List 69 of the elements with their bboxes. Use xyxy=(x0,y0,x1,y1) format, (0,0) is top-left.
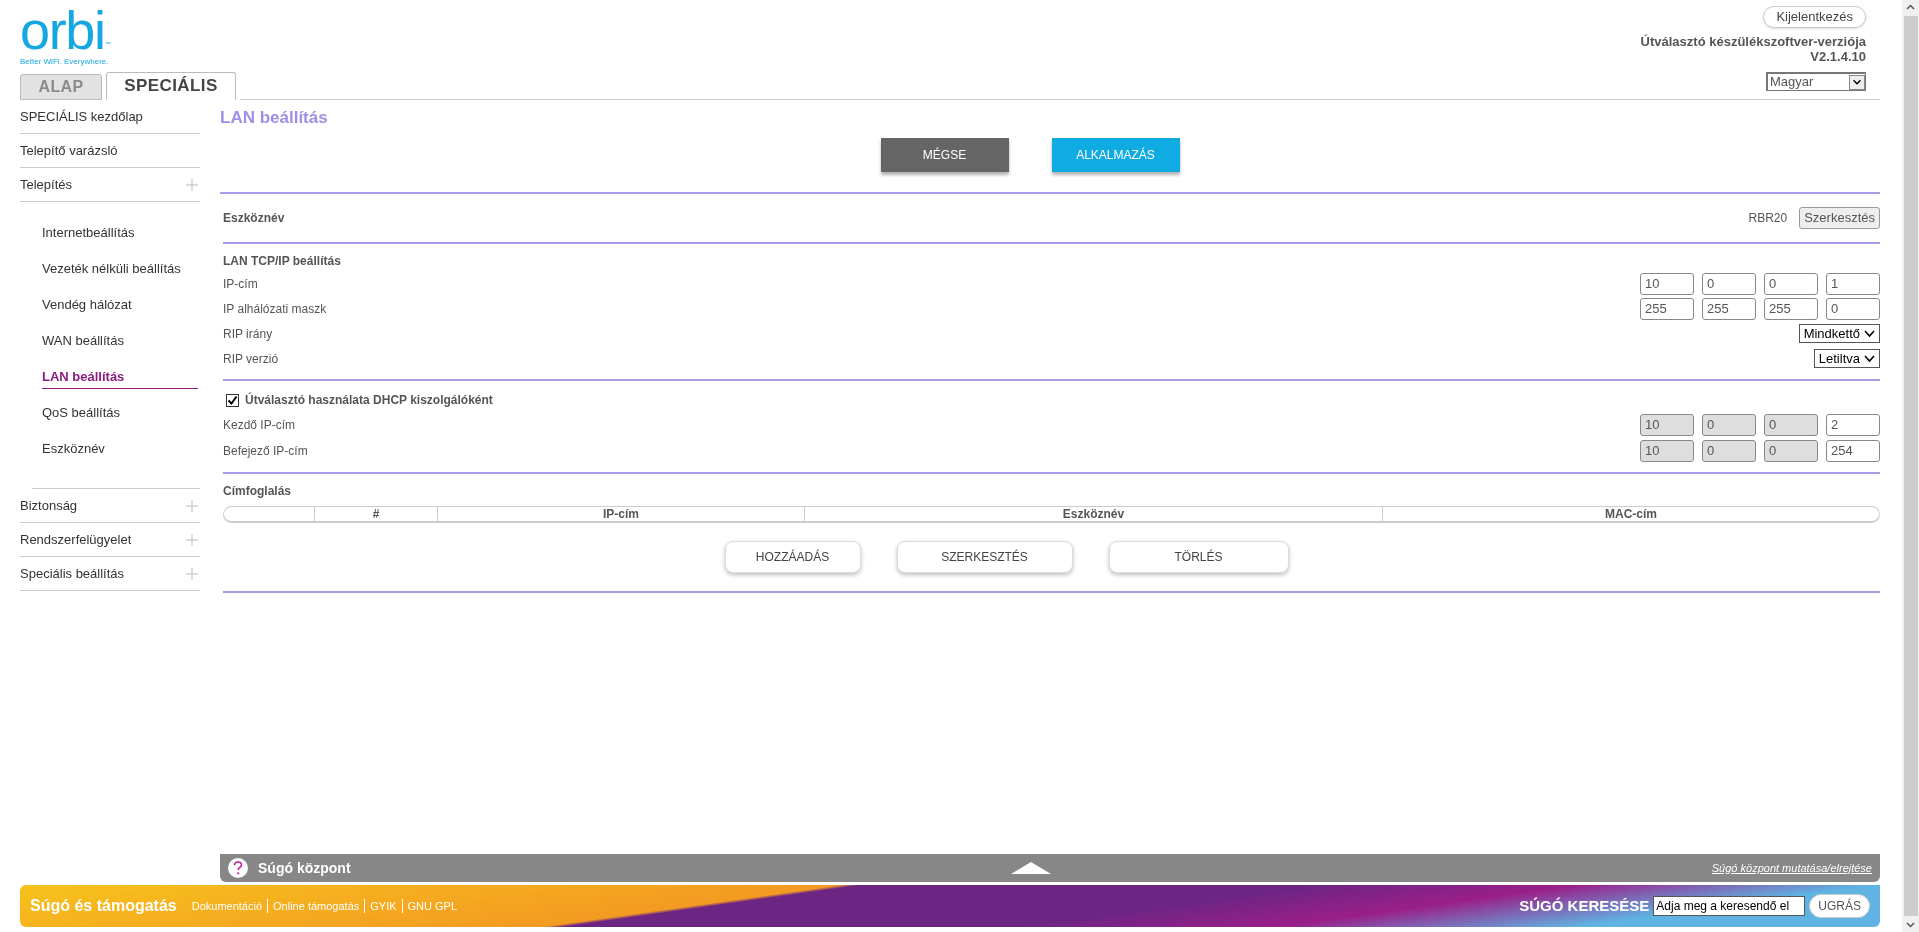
sidebar-item[interactable]: Biztonság xyxy=(20,489,200,523)
sidebar-subitem[interactable]: Eszköznév xyxy=(42,439,105,461)
column-header: MAC-cím xyxy=(1382,507,1879,521)
device-name-value: RBR20 xyxy=(1748,210,1788,227)
sidebar-subitem[interactable]: Vendég hálózat xyxy=(42,295,132,317)
help-search-field[interactable]: Adja meg a keresendő el xyxy=(1653,896,1806,916)
cancel-button[interactable]: MÉGSE xyxy=(880,138,1009,172)
sidebar-subitem[interactable]: Internetbeállítás xyxy=(42,223,135,245)
ip-octet-field[interactable]: 0 xyxy=(1702,272,1756,295)
scroll-down-icon[interactable] xyxy=(1906,922,1915,928)
chevron-down-icon xyxy=(1864,329,1875,338)
plus-icon[interactable] xyxy=(186,499,198,512)
ip-octet-field[interactable]: 2 xyxy=(1826,413,1880,436)
section-heading: Címfoglalás xyxy=(223,483,292,500)
sidebar-item[interactable]: Speciális beállítás xyxy=(20,557,200,591)
ip-octet-field[interactable]: 255 xyxy=(1702,297,1756,320)
sidebar-item[interactable]: Telepítés xyxy=(20,168,200,202)
section-heading: Eszköznév xyxy=(223,210,285,227)
table-action-button[interactable]: SZERKESZTÉS xyxy=(896,541,1073,573)
sidebar-item[interactable]: SPECIÁLIS kezdőlap xyxy=(20,100,200,134)
sidebar-item[interactable]: Telepítő varázsló xyxy=(20,134,200,168)
checkbox[interactable] xyxy=(226,393,239,407)
footer-title: Súgó és támogatás xyxy=(30,896,177,916)
table-action-button[interactable]: TÖRLÉS xyxy=(1108,541,1289,573)
ip-octet-field[interactable]: 0 xyxy=(1764,272,1818,295)
page-title: LAN beállítás xyxy=(220,108,329,128)
chevron-down-icon xyxy=(1864,354,1875,363)
logout-button[interactable]: Kijelentkezés xyxy=(1763,6,1866,28)
go-button[interactable]: UGRÁS xyxy=(1809,894,1870,918)
field-label: IP-cím xyxy=(223,275,258,293)
firmware-label: Útválasztó készülékszoftver-verziója xyxy=(1640,34,1866,49)
field-label: RIP verzió xyxy=(223,350,279,368)
expand-arrow-icon[interactable] xyxy=(1011,862,1052,874)
help-search-label: SÚGÓ KERESÉSE xyxy=(1519,895,1650,916)
help-center-title: Súgó központ xyxy=(258,858,351,878)
help-icon[interactable] xyxy=(228,858,248,878)
field-label: Kezdő IP-cím xyxy=(223,416,296,434)
field-label: RIP irány xyxy=(223,325,273,343)
sidebar-item[interactable]: Rendszerfelügyelet xyxy=(20,523,200,557)
firmware-version: V2.1.4.10 xyxy=(1810,49,1866,64)
column-header: IP-cím xyxy=(437,507,804,521)
language-dropdown[interactable]: Magyar xyxy=(1766,72,1866,91)
column-header: # xyxy=(314,507,437,521)
tab[interactable]: SPECIÁLIS xyxy=(106,72,236,100)
plus-icon[interactable] xyxy=(186,178,198,191)
field-label: Befejező IP-cím xyxy=(223,442,308,460)
plus-icon[interactable] xyxy=(186,533,198,546)
help-toggle-link[interactable]: Súgó központ mutatása/elrejtése xyxy=(1711,859,1872,877)
sidebar-subitem[interactable]: LAN beállítás xyxy=(42,366,198,390)
scroll-up-icon[interactable] xyxy=(1906,4,1915,10)
plus-icon[interactable] xyxy=(186,567,198,580)
ip-octet-field[interactable]: 1 xyxy=(1826,272,1880,295)
sidebar-subitem[interactable]: Vezeték nélküli beállítás xyxy=(42,259,181,281)
edit-button[interactable]: Szerkesztés xyxy=(1799,207,1880,229)
table-action-button[interactable]: HOZZÁADÁS xyxy=(724,541,861,573)
sidebar-subitem[interactable]: WAN beállítás xyxy=(42,331,124,353)
column-header: Eszköznév xyxy=(804,507,1382,521)
ip-octet-field[interactable]: 255 xyxy=(1764,297,1818,320)
sidebar-subitem[interactable]: QoS beállítás xyxy=(42,403,121,425)
dropdown[interactable]: Mindkettő xyxy=(1798,324,1880,343)
ip-octet-field[interactable]: 10 xyxy=(1640,272,1694,295)
ip-octet-field[interactable]: 0 xyxy=(1826,297,1880,320)
dropdown[interactable]: Letiltva xyxy=(1813,349,1880,368)
ip-octet-field[interactable]: 254 xyxy=(1826,439,1880,462)
ip-octet-field[interactable]: 255 xyxy=(1640,297,1694,320)
field-label: IP alhálózati maszk xyxy=(223,300,327,318)
checkbox-label: Útválasztó használata DHCP kiszolgálóként xyxy=(245,391,493,409)
section-heading: LAN TCP/IP beállítás xyxy=(223,253,342,270)
chevron-down-icon xyxy=(1849,74,1865,90)
